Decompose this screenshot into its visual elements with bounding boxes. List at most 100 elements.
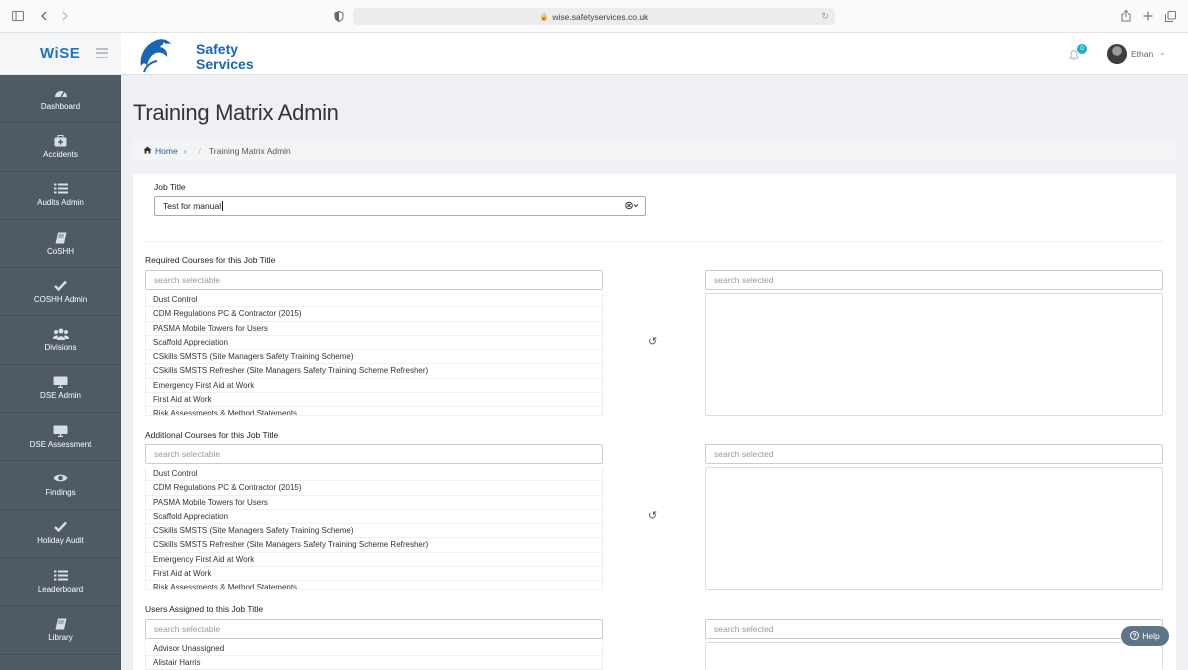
sidebar-item-coshh-admin[interactable]: COSHH Admin — [0, 268, 121, 317]
sidebar-item-label: DSE Assessment — [29, 439, 92, 449]
sidebar-item-label: Accidents — [43, 149, 78, 159]
monitor-icon — [53, 425, 68, 438]
sidebar-item-divisions[interactable]: Divisions — [0, 316, 121, 365]
list-item[interactable]: CDM Regulations PC & Contractor (2015) — [146, 307, 602, 322]
sidebar-item-audits-admin[interactable]: Audits Admin — [0, 172, 121, 220]
wise-logo[interactable]: WiSE — [40, 45, 80, 62]
additional-selected-list[interactable] — [705, 467, 1163, 590]
list-item[interactable]: CSkills SMSTS (Site Managers Safety Trai… — [146, 524, 602, 539]
sidebar-item-accidents[interactable]: Accidents — [0, 123, 121, 172]
select-dropdown-icon[interactable] — [625, 201, 639, 212]
browser-toolbar: 🔒 wise.safetyservices.co.uk ↻ — [0, 0, 1188, 33]
monitor-icon — [53, 376, 68, 389]
required-selected-list[interactable] — [705, 293, 1163, 416]
text-cursor — [222, 201, 224, 211]
list-item[interactable]: CSkills SMSTS Refresher (Site Managers S… — [146, 538, 602, 553]
list-item[interactable]: Alistair Harris — [146, 656, 602, 669]
sidebar-brand: WiSE — [0, 33, 121, 75]
new-tab-icon[interactable] — [1141, 9, 1155, 23]
sidebar-item-label: COSHH Admin — [33, 294, 88, 304]
sidebar-item-library[interactable]: Library — [0, 606, 121, 655]
users-search-selected-input[interactable]: search selected — [705, 619, 1163, 639]
divider — [145, 241, 1163, 242]
list-item[interactable]: PASMA Mobile Towers for Users — [146, 322, 602, 336]
sidebar-item-label: Holiday Audit — [37, 536, 84, 546]
list-item[interactable]: CDM Regulations PC & Contractor (2015) — [146, 481, 602, 496]
book-icon — [55, 618, 67, 631]
users-assigned-label: Users Assigned to this Job Title — [145, 604, 264, 614]
job-title-label: Job Title — [154, 182, 186, 192]
swap-arrows-icon[interactable]: ↺ — [648, 509, 657, 522]
hamburger-menu-icon[interactable] — [96, 48, 108, 58]
users-search-selectable-input[interactable]: search selectable — [145, 619, 603, 639]
check-icon — [54, 521, 67, 534]
users-icon — [52, 328, 69, 341]
safety-services-logo[interactable]: Safety Services — [135, 36, 295, 73]
avatar[interactable] — [1107, 44, 1127, 64]
help-label: Help — [1142, 631, 1160, 641]
medkit-icon — [54, 134, 67, 148]
check-icon — [54, 280, 67, 293]
sidebar-item-leaderboard[interactable]: Leaderboard — [0, 558, 121, 607]
list-item[interactable]: Advisor Unassigned — [146, 642, 602, 657]
list-item[interactable]: Emergency First Aid at Work — [146, 379, 602, 394]
breadcrumb-current: Training Matrix Admin — [208, 145, 291, 156]
list-item[interactable]: CSkills SMSTS (Site Managers Safety Trai… — [146, 350, 602, 365]
content-panel — [133, 174, 1176, 670]
users-selected-list[interactable] — [705, 642, 1163, 670]
sidebar-item-label: Leaderboard — [37, 584, 84, 594]
page-title: Training Matrix Admin — [133, 100, 339, 125]
swap-arrows-icon[interactable]: ↺ — [648, 335, 657, 348]
sidebar-toggle-icon[interactable] — [11, 9, 25, 23]
sidebar-item-label: Audits Admin — [37, 198, 84, 208]
sidebar-item-label: DSE Admin — [40, 391, 81, 401]
list-item[interactable]: Emergency First Aid at Work — [146, 553, 602, 568]
back-icon[interactable] — [37, 9, 51, 23]
list-item[interactable]: PASMA Mobile Towers for Users — [146, 496, 602, 510]
chevron-down-icon[interactable]: ⌄ — [1159, 48, 1166, 57]
required-search-selectable-input[interactable]: search selectable — [145, 270, 603, 290]
sidebar-item-label: Library — [48, 632, 73, 642]
list-item[interactable]: Dust Control — [146, 467, 602, 482]
list-icon — [53, 183, 68, 196]
list-item[interactable]: First Aid at Work — [146, 567, 602, 582]
additional-search-selectable-input[interactable]: search selectable — [145, 444, 603, 464]
dashboard-icon — [54, 87, 68, 100]
help-button[interactable]: Help — [1121, 626, 1169, 646]
sidebar-item-label: Dashboard — [40, 101, 81, 111]
eye-icon — [53, 473, 68, 486]
list-item[interactable]: Scaffold Appreciation — [146, 336, 602, 351]
list-item[interactable]: Scaffold Appreciation — [146, 510, 602, 525]
logo-line2: Services — [196, 56, 254, 72]
breadcrumb: Home › / Training Matrix Admin — [133, 140, 1176, 161]
forward-icon[interactable] — [58, 9, 72, 23]
question-icon — [1130, 630, 1140, 642]
sidebar-item-dse-assessment[interactable]: DSE Assessment — [0, 413, 121, 462]
sidebar-item-label: Divisions — [44, 343, 77, 353]
sidebar-item-coshh[interactable]: CoSHH — [0, 220, 121, 269]
address-bar[interactable]: 🔒 wise.safetyservices.co.uk ↻ — [353, 8, 835, 25]
list-item[interactable]: Dust Control — [146, 293, 602, 308]
list-item[interactable]: Risk Assessments & Method Statements — [146, 581, 602, 589]
list-item[interactable]: Risk Assessments & Method Statements — [146, 407, 602, 415]
notification-count-badge: 0 — [1077, 44, 1087, 54]
shield-icon[interactable] — [332, 9, 346, 23]
tabs-icon[interactable] — [1163, 9, 1177, 23]
sidebar-item-dse-admin[interactable]: DSE Admin — [0, 365, 121, 414]
list-item[interactable]: First Aid at Work — [146, 393, 602, 408]
required-search-selected-input[interactable]: search selected — [705, 270, 1163, 290]
book-icon — [55, 232, 67, 245]
breadcrumb-home-link[interactable]: Home — [155, 146, 178, 156]
sidebar-item-holiday-audit[interactable]: Holiday Audit — [0, 510, 121, 558]
sidebar-item-dashboard[interactable]: Dashboard — [0, 75, 121, 124]
list-item[interactable]: CSkills SMSTS Refresher (Site Managers S… — [146, 364, 602, 379]
sidebar: WiSE Dashboard Accidents Audits Admin Co… — [0, 33, 121, 670]
share-icon[interactable] — [1119, 9, 1133, 23]
job-title-select[interactable]: Test for manual — [154, 196, 646, 216]
breadcrumb-divider: / — [198, 145, 201, 156]
additional-search-selected-input[interactable]: search selected — [705, 444, 1163, 464]
users-selectable-list: Advisor Unassigned Alistair Harris — [145, 642, 603, 670]
reload-icon[interactable]: ↻ — [821, 11, 829, 22]
sidebar-item-findings[interactable]: Findings — [0, 461, 121, 510]
user-name[interactable]: Ethan — [1131, 49, 1153, 59]
